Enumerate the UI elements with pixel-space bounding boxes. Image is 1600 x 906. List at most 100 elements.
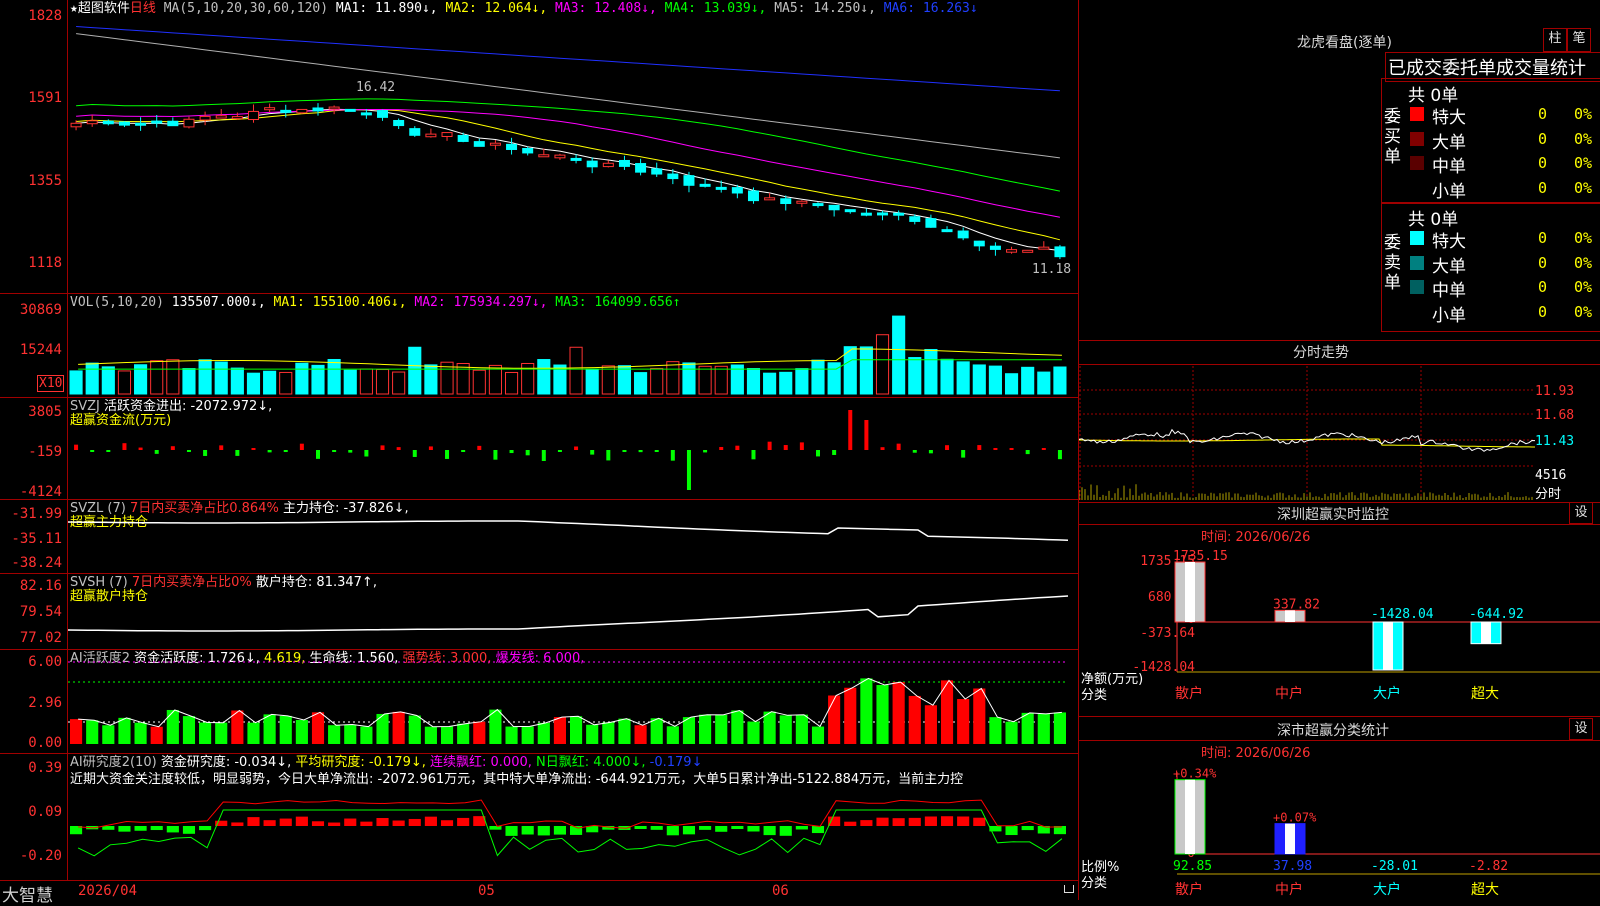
fund-flow-bar xyxy=(719,446,724,450)
ma4-line xyxy=(76,98,1060,192)
stock-name[interactable]: 超图软件 xyxy=(78,1,130,16)
volume-bar xyxy=(698,365,712,395)
svzl-panel[interactable]: SVZL (7) 7日内买卖净占比0.864% 主力持仓: -37.826↓, … xyxy=(0,500,1078,574)
intraday-vol-tick: 4516 xyxy=(1535,468,1567,483)
lock-icon[interactable] xyxy=(1064,885,1074,893)
candle-body xyxy=(425,133,437,138)
candle-body xyxy=(441,132,453,137)
fund-flow-bar xyxy=(428,446,433,450)
research-bar xyxy=(779,826,792,836)
ma3-line xyxy=(76,109,1060,218)
svsh-chart[interactable] xyxy=(68,580,1076,648)
fund-flow-bar xyxy=(686,450,691,490)
intraday-vol-label: 分时 xyxy=(1535,487,1562,502)
svsh-panel[interactable]: SVSH (7) 7日内买卖净占比0% 散户持仓: 81.347↑, 超赢散户持… xyxy=(0,574,1078,650)
activity-bar xyxy=(360,726,373,744)
candlestick-chart[interactable] xyxy=(68,16,1076,292)
research-bar xyxy=(150,826,163,831)
volume-bar xyxy=(246,372,261,395)
svzj-chart[interactable] xyxy=(68,406,1076,498)
activity-bar xyxy=(408,715,421,744)
research-bar xyxy=(650,826,663,830)
candle-body xyxy=(344,108,356,112)
intraday-chart[interactable] xyxy=(1079,366,1535,500)
research-bar xyxy=(295,816,308,826)
ai-active-chart[interactable] xyxy=(68,658,1076,752)
candle-body xyxy=(635,163,647,173)
research-bar xyxy=(440,820,454,826)
color-swatch xyxy=(1410,107,1424,121)
fund-flow-bar xyxy=(1025,450,1030,455)
fund-flow-bar xyxy=(541,450,546,461)
volume-bar xyxy=(198,359,212,395)
volume-bar xyxy=(908,357,922,395)
fund-flow-bar xyxy=(316,450,320,459)
activity-bar xyxy=(424,726,437,744)
volume-chart[interactable] xyxy=(68,312,1076,396)
volume-bar xyxy=(230,367,244,395)
pen-view-button[interactable]: 笔 xyxy=(1567,28,1591,52)
research-bar xyxy=(118,826,131,832)
research-bar xyxy=(828,816,841,826)
activity-bar xyxy=(779,715,792,744)
volume-bar xyxy=(150,360,164,395)
date-axis[interactable]: 大智慧 2026/04 05 06 xyxy=(0,880,1078,906)
classify-category-label: 超大 xyxy=(1471,882,1499,898)
ma5-value: MA5: 14.250↓, xyxy=(774,1,876,16)
fund-flow-bar xyxy=(445,450,450,459)
candle-body xyxy=(409,128,421,136)
activity-bar xyxy=(134,722,147,744)
column-view-button[interactable]: 柱 xyxy=(1543,28,1567,52)
sz-classify-panel[interactable]: 深市超赢分类统计 设 时间: 2026/06/26 75 50 25 0 比例%… xyxy=(1079,716,1600,900)
fund-flow-bar xyxy=(799,442,804,450)
svzj-panel[interactable]: SVZJ 活跃资金进出: -2072.972↓, 超赢资金流(万元) 3805 … xyxy=(0,398,1078,500)
ai-research-panel[interactable]: AI研究度2(10) 资金研究度: -0.034↓, 平均研究度: -0.179… xyxy=(0,754,1078,880)
order-count: 0 xyxy=(1538,278,1548,296)
volume-bar xyxy=(263,370,277,395)
vol-tick-1: 30869 xyxy=(19,302,62,318)
fund-flow-bar xyxy=(106,450,111,452)
candle-body xyxy=(312,107,324,112)
classify-bar-top-label: +0.34% xyxy=(1173,767,1217,781)
ai-research-title: AI研究度2(10) xyxy=(70,755,157,770)
ai-research-label2: 平均研究度: -0.179↓, xyxy=(295,755,426,770)
sz-monitor-chart[interactable]: 1735.15 散户 337.82 中户 -1428.04 大户 -644.92 超大 xyxy=(1079,502,1600,716)
right-sidebar[interactable]: 龙虎看盘(逐单) 柱 笔 已成交委托单成交量统计 委买单 共 0单 特大 0 0% 大… xyxy=(1078,0,1600,900)
volume-bar xyxy=(472,369,486,395)
volume-bar xyxy=(666,361,680,395)
sz-monitor-panel[interactable]: 深圳超赢实时监控 设 时间: 2026/06/26 1735.15 680.75… xyxy=(1079,502,1600,717)
period-label[interactable]: 日线 xyxy=(130,1,156,16)
candle-body xyxy=(167,120,179,127)
candle-body xyxy=(538,154,550,158)
svzl-chart[interactable] xyxy=(68,506,1076,572)
volume-bar xyxy=(214,361,228,395)
dragon-tiger-panel[interactable]: 龙虎看盘(逐单) 柱 笔 已成交委托单成交量统计 委买单 共 0单 特大 0 0% 大… xyxy=(1079,0,1600,341)
intraday-panel[interactable]: 分时走势 11.93 11.68 11.43 4516 分时 xyxy=(1079,340,1600,503)
activity-bar xyxy=(892,682,905,744)
activity-bar xyxy=(118,717,131,744)
ai-active-panel[interactable]: AI活跃度2 资金活跃度: 1.726↓, 4.619, 生命线: 1.560,… xyxy=(0,650,1078,754)
app-logo[interactable]: 大智慧 xyxy=(2,881,53,906)
volume-bar xyxy=(617,365,632,395)
price-panel[interactable]: ★超图软件日线 MA(5,10,20,30,60,120) MA1: 11.89… xyxy=(0,0,1078,294)
activity-bar xyxy=(811,726,825,744)
buy-label: 委买单 xyxy=(1384,107,1401,167)
buy-block: 委买单 共 0单 特大 0 0% 大单 0 0% 中单 0 0% 小单 0 0% xyxy=(1381,78,1600,204)
activity-bar xyxy=(70,719,83,744)
ai-active-tick-2: 2.96 xyxy=(28,695,62,711)
candle-body xyxy=(667,173,679,180)
sz-classify-chart[interactable]: +0.34% 92.85 散户 +0.07% 37.98 中户 -28.01 大户 -2.82 超… xyxy=(1079,716,1600,900)
research-bar xyxy=(344,818,357,826)
order-type-label: 特大 xyxy=(1432,232,1466,252)
activity-bar xyxy=(828,695,841,744)
research-bar xyxy=(505,826,518,836)
activity-bar xyxy=(957,699,970,744)
fund-flow-bar xyxy=(1009,448,1014,450)
activity-bar xyxy=(570,716,583,744)
volume-panel[interactable]: VOL(5,10,20) 135507.000↓, MA1: 155100.40… xyxy=(0,294,1078,398)
fund-flow-bar xyxy=(638,450,643,453)
intraday-title: 分时走势 xyxy=(1293,345,1349,361)
ai-research-chart[interactable] xyxy=(68,790,1076,878)
main-chart-area[interactable]: ★超图软件日线 MA(5,10,20,30,60,120) MA1: 11.89… xyxy=(0,0,1078,906)
ma3-value: MA3: 12.408↓, xyxy=(555,1,657,16)
